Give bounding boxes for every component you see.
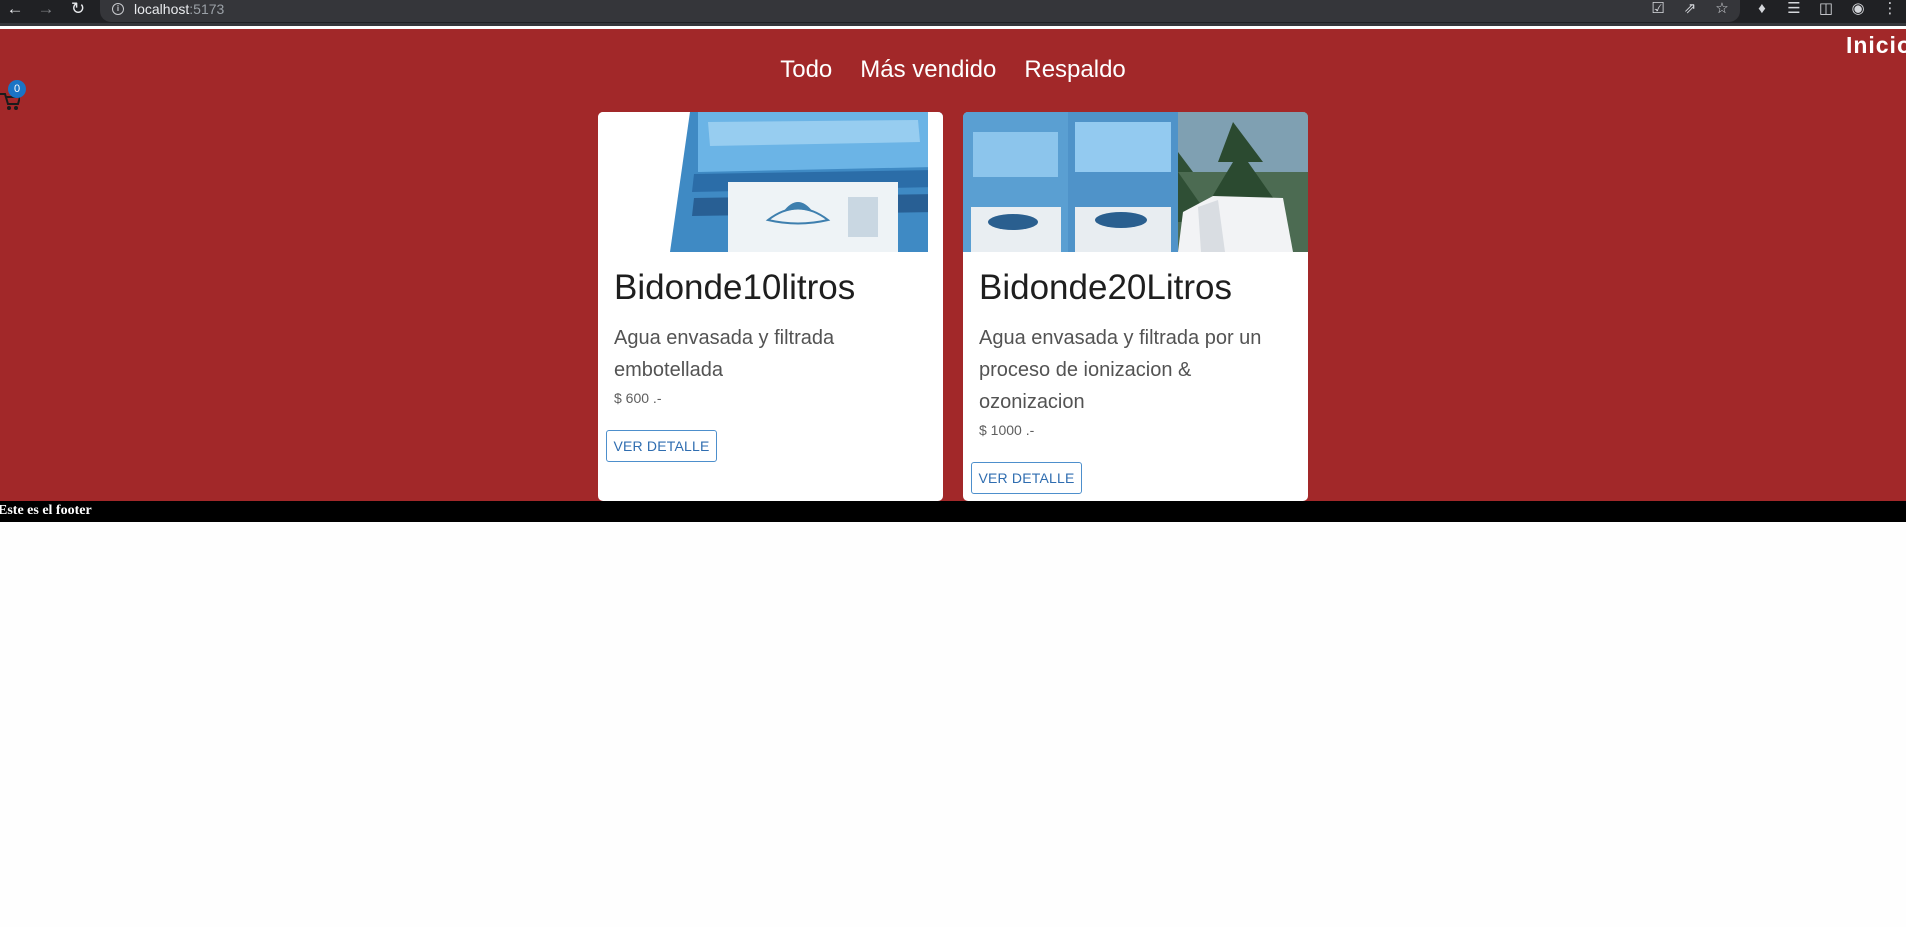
reading-list-icon[interactable]: ☰ (1784, 1, 1804, 19)
product-price: $ 1000 .- (979, 422, 1035, 438)
url-text: localhost:5173 (134, 1, 225, 17)
menu-kebab-icon[interactable]: ⋮ (1880, 1, 1900, 19)
ver-detalle-button[interactable]: VER DETALLE (971, 462, 1082, 494)
reload-icon[interactable]: ↻ (67, 0, 89, 20)
product-card: Bidonde20Litros Agua envasada y filtrada… (963, 112, 1308, 501)
product-title: Bidonde10litros (614, 268, 856, 307)
product-price: $ 600 .- (614, 390, 662, 406)
forward-icon[interactable]: → (35, 0, 57, 20)
back-icon[interactable]: ← (4, 0, 26, 20)
category-nav: Todo Más vendido Respaldo (0, 56, 1906, 84)
category-mas-vendido[interactable]: Más vendido (860, 56, 996, 84)
site-info-icon[interactable]: i (112, 3, 124, 15)
product-description: Agua envasada y filtrada embotellada (614, 327, 835, 381)
ver-detalle-button[interactable]: VER DETALLE (606, 430, 717, 462)
extensions-icon[interactable]: ♦ (1752, 1, 1772, 19)
address-bar[interactable]: i localhost:5173 ☑ ⇗ ☆ (100, 0, 1740, 22)
browser-toolbar: ← → ↻ i localhost:5173 ☑ ⇗ ☆ ♦ ☰ ◫ ◉ ⋮ (0, 0, 1906, 26)
page-footer: Este es el footer (0, 501, 1906, 522)
category-todo[interactable]: Todo (780, 56, 832, 84)
nav-inicio-link[interactable]: Inicio (1846, 32, 1906, 59)
product-image (598, 112, 943, 252)
translate-icon[interactable]: ☑ (1648, 1, 1668, 19)
product-title: Bidonde20Litros (979, 268, 1232, 307)
share-icon[interactable]: ⇗ (1680, 1, 1700, 19)
profile-avatar-icon[interactable]: ◉ (1848, 1, 1868, 19)
bookmark-star-icon[interactable]: ☆ (1712, 1, 1732, 19)
product-card: Bidonde10litros Agua envasada y filtrada… (598, 112, 943, 501)
footer-text: Este es el footer (0, 503, 92, 518)
product-description: Agua envasada y filtrada por un proceso … (979, 327, 1262, 413)
category-respaldo[interactable]: Respaldo (1024, 56, 1125, 84)
side-panel-icon[interactable]: ◫ (1816, 1, 1836, 19)
product-image (963, 112, 1308, 252)
page-header (0, 29, 1906, 501)
